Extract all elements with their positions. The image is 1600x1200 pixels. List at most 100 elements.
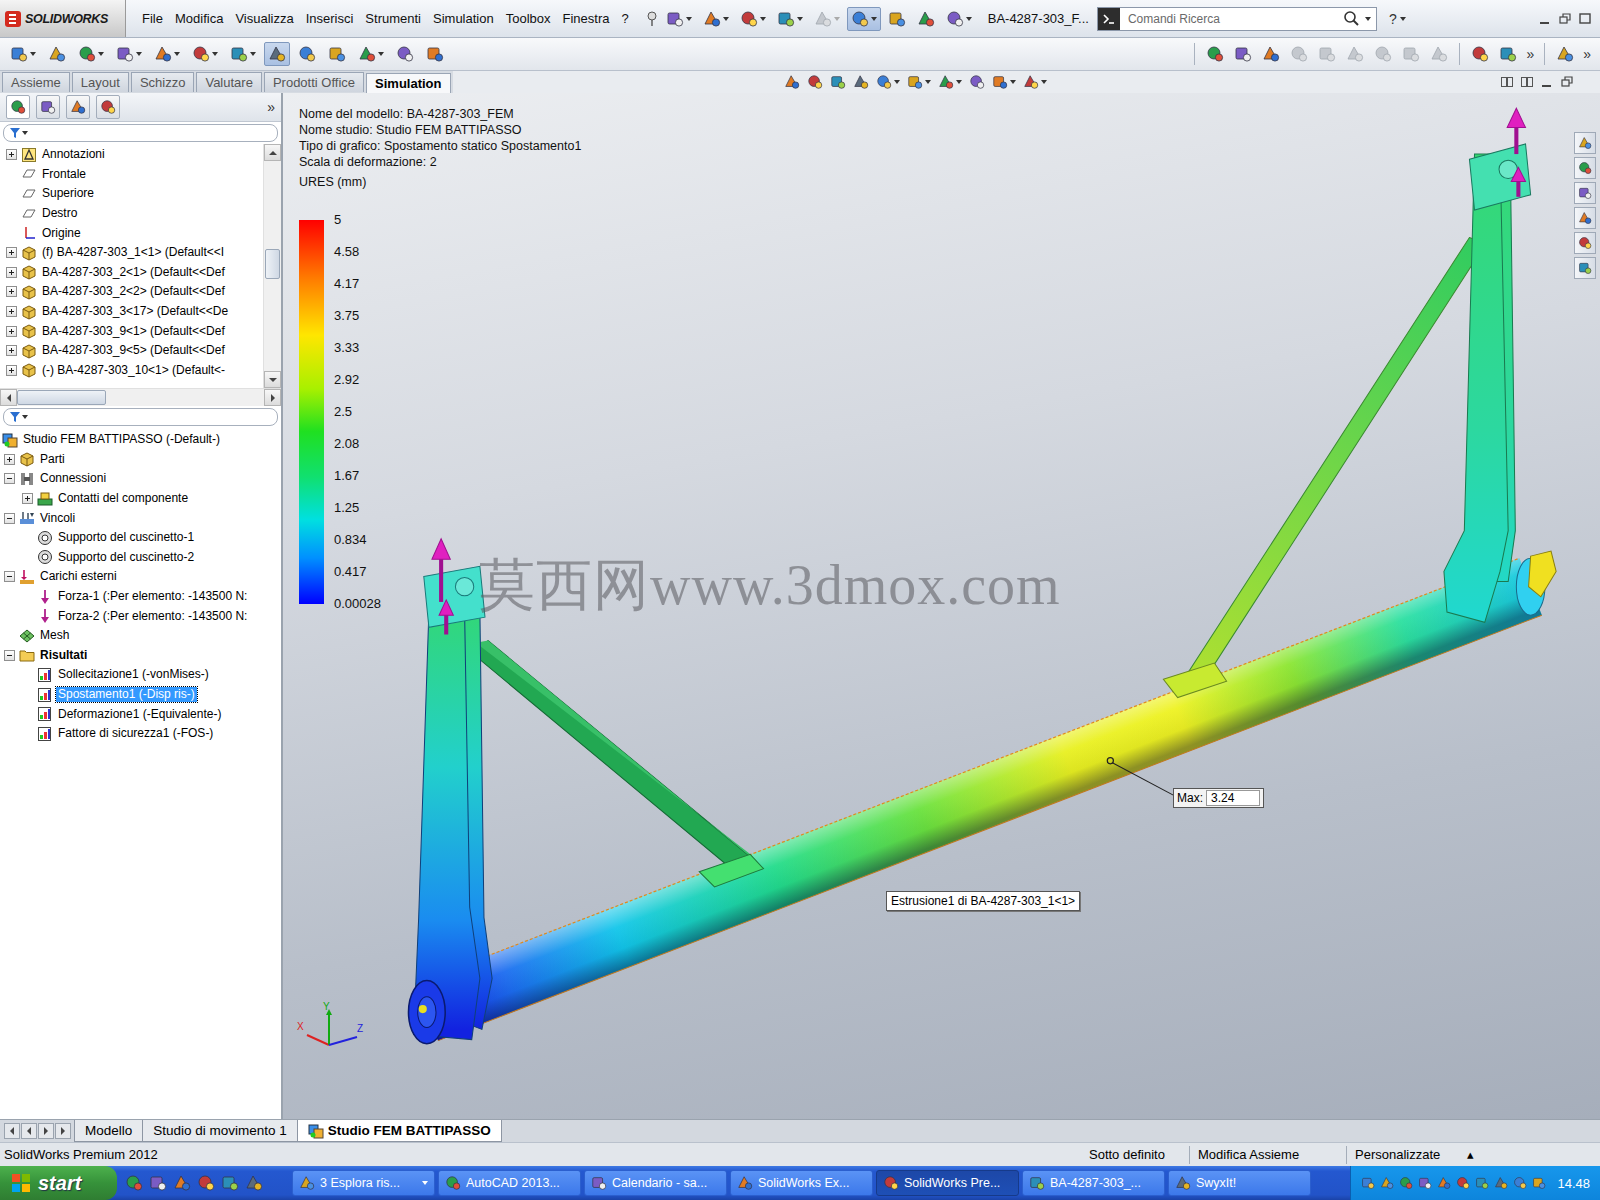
- study-tree-item[interactable]: Fattore di sicurezza1 (-FOS-): [0, 724, 281, 744]
- scroll-thumb[interactable]: [265, 249, 280, 278]
- study-tree-item[interactable]: Spostamento1 (-Disp ris-): [0, 685, 281, 705]
- quick-button[interactable]: [773, 7, 807, 31]
- command-tab[interactable]: Assieme: [2, 72, 70, 92]
- task-pane-tab[interactable]: [1574, 182, 1596, 204]
- feature-tree-item[interactable]: (-) BA-4287-303_10<1> (Default<-: [0, 361, 263, 381]
- tile-icon[interactable]: [1500, 75, 1514, 89]
- menu-item[interactable]: Visualizza: [229, 9, 299, 28]
- toolbar-button[interactable]: [1202, 42, 1228, 66]
- toolbar-button[interactable]: [1467, 42, 1493, 66]
- study-tree-item[interactable]: Forza-2 (:Per elemento: -143500 N:: [0, 606, 281, 626]
- tile-icon[interactable]: [1520, 75, 1534, 89]
- toolbar-button[interactable]: [1495, 42, 1521, 66]
- study-tree-item[interactable]: Deformazione1 (-Equivalente-): [0, 704, 281, 724]
- toolbar-button[interactable]: [226, 42, 260, 66]
- view-button[interactable]: [1022, 73, 1048, 91]
- expander[interactable]: [6, 247, 17, 258]
- quick-button[interactable]: [736, 7, 770, 31]
- expander[interactable]: [4, 650, 15, 661]
- panel-tab[interactable]: [96, 95, 120, 119]
- quick-button[interactable]: [884, 7, 910, 31]
- more-button[interactable]: »: [1580, 46, 1594, 62]
- command-tab[interactable]: Simulation: [366, 73, 450, 93]
- document-tab[interactable]: Studio FEM BATTIPASSO: [297, 1120, 502, 1142]
- expander[interactable]: [6, 365, 17, 376]
- view-button[interactable]: [783, 73, 801, 91]
- feature-tree-item[interactable]: Origine: [0, 223, 263, 243]
- command-tab[interactable]: Layout: [72, 72, 129, 92]
- expander[interactable]: [6, 267, 17, 278]
- scroll-thumb[interactable]: [17, 390, 106, 405]
- study-tree-item[interactable]: Studio FEM BATTIPASSO (-Default-): [0, 430, 281, 450]
- study-tree-item[interactable]: Connessioni: [0, 469, 281, 489]
- toolbar-button[interactable]: [1258, 42, 1284, 66]
- toolbar-button[interactable]: [294, 42, 320, 66]
- study-filter[interactable]: [3, 408, 278, 426]
- study-tree-item[interactable]: Carichi esterni: [0, 567, 281, 587]
- task-pane-tab[interactable]: [1574, 232, 1596, 254]
- command-tab[interactable]: Schizzo: [131, 72, 195, 92]
- feature-tree-item[interactable]: Frontale: [0, 165, 263, 185]
- view-button[interactable]: [991, 73, 1017, 91]
- minimize-icon[interactable]: [1540, 75, 1554, 89]
- tree-filter[interactable]: [3, 124, 278, 142]
- expander[interactable]: [4, 454, 15, 465]
- task-pane-tab[interactable]: [1574, 257, 1596, 279]
- view-button[interactable]: [968, 73, 986, 91]
- toolbar-button[interactable]: [44, 42, 70, 66]
- toolbar-button[interactable]: [6, 42, 40, 66]
- restore-icon[interactable]: [1558, 12, 1572, 26]
- expander[interactable]: [6, 286, 17, 297]
- toolbar-button[interactable]: [264, 42, 290, 66]
- menu-item[interactable]: Simulation: [427, 9, 500, 28]
- menu-item[interactable]: ?: [615, 9, 634, 28]
- toolbar-button[interactable]: [112, 42, 146, 66]
- maximize-icon[interactable]: [1578, 12, 1592, 26]
- document-tab[interactable]: Studio di movimento 1: [142, 1120, 298, 1142]
- task-pane-tab[interactable]: [1574, 157, 1596, 179]
- toolbar-button[interactable]: [188, 42, 222, 66]
- task-pane-tab[interactable]: [1574, 132, 1596, 154]
- expander[interactable]: [6, 345, 17, 356]
- study-tree-item[interactable]: Parti: [0, 450, 281, 470]
- toolbar-button[interactable]: [324, 42, 350, 66]
- taskbar-item[interactable]: AutoCAD 2013...: [438, 1170, 581, 1196]
- taskbar-item[interactable]: SolidWorks Ex...: [730, 1170, 873, 1196]
- expander[interactable]: [22, 493, 33, 504]
- toolbar-button[interactable]: [1342, 42, 1368, 66]
- taskbar-item[interactable]: Calendario - sa...: [584, 1170, 727, 1196]
- more-button[interactable]: »: [1523, 46, 1537, 62]
- panel-tab[interactable]: [66, 95, 90, 119]
- vertical-scrollbar[interactable]: [263, 144, 281, 388]
- view-button[interactable]: [806, 73, 824, 91]
- feature-tree-item[interactable]: (f) BA-4287-303_1<1> (Default<<I: [0, 243, 263, 263]
- quick-button[interactable]: [810, 7, 844, 31]
- taskbar-item[interactable]: BA-4287-303_...: [1022, 1170, 1165, 1196]
- quick-button[interactable]: [662, 7, 696, 31]
- command-search[interactable]: Comandi Ricerca: [1097, 7, 1377, 31]
- taskbar-item[interactable]: 3 Esplora ris...: [292, 1170, 435, 1196]
- toolbar-button[interactable]: [1426, 42, 1452, 66]
- document-tab[interactable]: Modello: [74, 1120, 143, 1142]
- expander[interactable]: [4, 513, 15, 524]
- feature-tree-item[interactable]: BA-4287-303_9<1> (Default<<Def: [0, 321, 263, 341]
- panel-tab[interactable]: [6, 95, 30, 119]
- taskbar-item[interactable]: SwyxIt!: [1168, 1170, 1311, 1196]
- toolbar-button[interactable]: [1552, 42, 1578, 66]
- quick-button[interactable]: [699, 7, 733, 31]
- menu-item[interactable]: Finestra: [557, 9, 616, 28]
- study-tree-item[interactable]: Contatti del componente: [0, 489, 281, 509]
- feature-tree-item[interactable]: Superiore: [0, 184, 263, 204]
- minimize-icon[interactable]: [1538, 12, 1552, 26]
- feature-tree-item[interactable]: BA-4287-303_2<2> (Default<<Def: [0, 282, 263, 302]
- menu-item[interactable]: Strumenti: [359, 9, 427, 28]
- panel-more[interactable]: »: [267, 99, 275, 115]
- view-button[interactable]: [937, 73, 963, 91]
- feature-tree-item[interactable]: BA-4287-303_9<5> (Default<<Def: [0, 341, 263, 361]
- status-item[interactable]: Sotto definito: [1083, 1147, 1187, 1162]
- quick-button[interactable]: [913, 7, 939, 31]
- horizontal-scrollbar[interactable]: [0, 388, 281, 406]
- toolbar-button[interactable]: [354, 42, 388, 66]
- study-tree-item[interactable]: Mesh: [0, 626, 281, 646]
- command-tab[interactable]: Valutare: [196, 72, 261, 92]
